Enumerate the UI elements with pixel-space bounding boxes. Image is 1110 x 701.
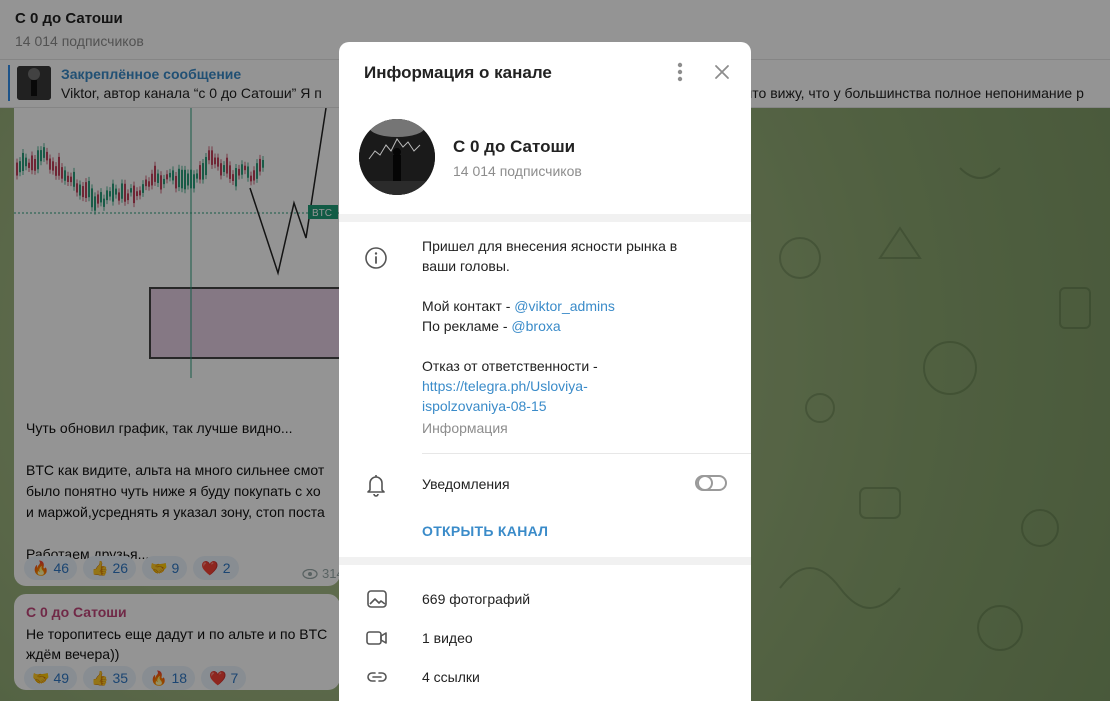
media-links-label: 4 ссылки — [422, 669, 480, 685]
description-line-2: ваши головы. — [422, 258, 510, 274]
channel-name: С 0 до Сатоши — [453, 137, 576, 156]
info-icon — [364, 246, 388, 273]
contact-link[interactable]: @viktor_admins — [514, 298, 615, 314]
media-photos-label: 669 фотографий — [422, 591, 531, 607]
close-icon — [715, 65, 729, 79]
channel-profile: С 0 до Сатоши 14 014 подписчиков — [339, 102, 751, 214]
channel-avatar[interactable] — [359, 119, 435, 195]
bell-icon — [364, 472, 388, 501]
link-icon — [365, 665, 389, 689]
notifications-toggle[interactable] — [695, 475, 727, 491]
toggle-knob — [697, 475, 713, 491]
description-line-1: Пришел для внесения ясности рынка в — [422, 238, 678, 254]
disclaimer-url-1[interactable]: https://telegra.ph/Usloviya- — [422, 376, 722, 396]
video-icon — [365, 626, 389, 650]
modal-header: Информация о канале — [339, 42, 751, 102]
ads-prefix: По рекламе - — [422, 318, 512, 334]
close-button[interactable] — [708, 58, 736, 86]
ads-link[interactable]: @broxa — [511, 318, 560, 334]
notifications-label: Уведомления — [422, 476, 510, 492]
photo-icon — [365, 587, 389, 611]
notifications-row[interactable]: Уведомления — [339, 462, 751, 506]
media-photos-row[interactable]: 669 фотографий — [339, 579, 751, 618]
disclaimer-url-2[interactable]: ispolzovaniya-08-15 — [422, 396, 722, 416]
modal-title: Информация о канале — [364, 63, 552, 82]
section-separator — [339, 214, 751, 222]
divider — [422, 453, 751, 454]
contact-prefix: Мой контакт - — [422, 298, 515, 314]
media-videos-row[interactable]: 1 видео — [339, 618, 751, 657]
channel-info-modal: Информация о канале С 0 до Сатоши 14 014… — [339, 42, 751, 701]
media-links-row[interactable]: 4 ссылки — [339, 657, 751, 696]
open-channel-button[interactable]: ОТКРЫТЬ КАНАЛ — [422, 523, 548, 539]
media-videos-label: 1 видео — [422, 630, 473, 646]
more-button[interactable] — [666, 58, 694, 86]
section-separator-2 — [339, 557, 751, 565]
channel-subscribers: 14 014 подписчиков — [453, 163, 582, 179]
more-vertical-icon — [677, 62, 683, 82]
disclaimer-text: Отказ от ответственности - — [422, 358, 598, 374]
description-label: Информация — [422, 420, 508, 436]
channel-description: Пришел для внесения ясности рынка в ваши… — [422, 236, 722, 438]
